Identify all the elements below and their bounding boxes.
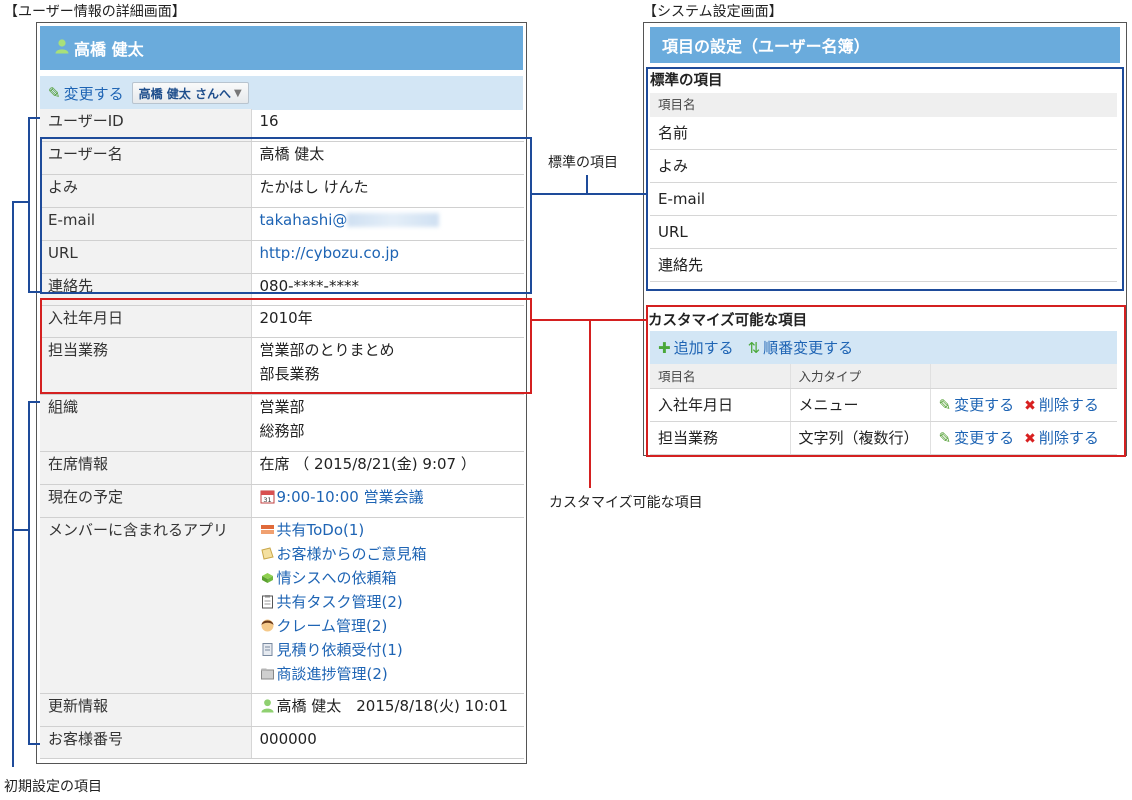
field-label: メンバーに含まれるアプリ [40, 517, 252, 694]
standard-items-highlight-right [646, 67, 1124, 291]
right-panel-caption: 【システム設定画面】 [643, 4, 783, 20]
standard-connector-line [532, 193, 646, 195]
initial-items-callout: 初期設定の項目 [4, 779, 102, 795]
table-row: メンバーに含まれるアプリ 共有ToDo(1) お客様からのご意見箱 情シスへの依… [40, 517, 525, 694]
chevron-down-icon: ▼ [233, 87, 242, 99]
send-to-user-dropdown[interactable]: 高橋 健太 さんへ ▼ [131, 82, 249, 104]
field-label: 在席情報 [40, 451, 252, 485]
left-panel-caption: 【ユーザー情報の詳細画面】 [4, 4, 186, 20]
field-value-line: 総務部 [259, 421, 305, 440]
app-link[interactable]: 見積り依頼受付(1) [277, 641, 403, 659]
list-item: 共有ToDo(1) [260, 518, 525, 542]
app-link[interactable]: 情シスへの依頼箱 [277, 569, 397, 587]
svg-text:31: 31 [263, 496, 271, 504]
custom-items-highlight-right [646, 305, 1126, 457]
list-item: 商談進捗管理(2) [260, 662, 525, 686]
field-value: 000000 [251, 726, 524, 759]
folder-icon [260, 664, 275, 679]
custom-connector-stub [589, 320, 591, 488]
user-name-title: 高橋 健太 [74, 40, 144, 59]
bracket-lower-top [28, 401, 40, 403]
todo-icon [260, 520, 275, 535]
document-icon [260, 640, 275, 656]
standard-items-callout: 標準の項目 [548, 155, 618, 171]
list-item: 共有タスク管理(2) [260, 590, 525, 614]
bracket-upper-bottom [28, 291, 40, 293]
bracket-lower-joint [12, 529, 29, 531]
schedule-link[interactable]: 9:00-10:00 営業会議 [277, 488, 424, 506]
list-item: 情シスへの依頼箱 [260, 566, 525, 590]
user-detail-toolbar: ✎ 変更する 高橋 健太 さんへ ▼ [40, 76, 523, 110]
bracket-lower-bottom [28, 743, 40, 745]
bracket-lower-vertical [28, 401, 30, 744]
list-item: 見積り依頼受付(1) [260, 638, 525, 662]
standard-items-highlight-left [40, 137, 532, 294]
table-row: お客様番号 000000 [40, 726, 524, 759]
bracket-upper-top [28, 117, 40, 119]
pencil-icon: ✎ [48, 84, 61, 102]
edit-user-link[interactable]: 変更する [64, 83, 124, 104]
custom-items-highlight-left [40, 298, 532, 394]
table-row: 在席情報 在席 （ 2015/8/21(金) 9:07 ） [40, 451, 524, 485]
app-link[interactable]: お客様からのご意見箱 [277, 545, 427, 563]
app-link[interactable]: 共有ToDo(1) [277, 521, 365, 539]
standard-connector-stub [586, 175, 588, 194]
app-link[interactable]: 共有タスク管理(2) [277, 593, 403, 611]
bracket-upper-joint [12, 201, 29, 203]
field-label: 更新情報 [40, 693, 252, 727]
field-label: 組織 [40, 394, 252, 452]
user-icon [260, 696, 275, 713]
user-detail-header: 高橋 健太 [40, 26, 523, 70]
field-label: 現在の予定 [40, 484, 252, 518]
field-value: 在席 （ 2015/8/21(金) 9:07 ） [251, 451, 524, 485]
calendar-icon: 31 [260, 487, 275, 504]
field-label: お客様番号 [40, 726, 252, 759]
app-link[interactable]: 商談進捗管理(2) [277, 665, 388, 683]
table-row: 現在の予定 31 9:00-10:00 営業会議 [40, 484, 524, 518]
bracket-upper-vertical [28, 117, 30, 292]
table-row: 組織 営業部総務部 [40, 394, 524, 452]
person-icon [260, 616, 275, 631]
custom-items-callout: カスタマイズ可能な項目 [549, 495, 703, 511]
user-icon [54, 38, 70, 58]
field-value-line: 営業部 [259, 397, 305, 416]
update-info-value: 高橋 健太 2015/8/18(火) 10:01 [276, 696, 508, 715]
app-link[interactable]: クレーム管理(2) [277, 617, 388, 635]
list-item: クレーム管理(2) [260, 614, 525, 638]
settings-header: 項目の設定（ユーザー名簿） [650, 27, 1120, 63]
list-item: お客様からのご意見箱 [260, 542, 525, 566]
cube-icon [260, 568, 275, 583]
table-row: 更新情報 高橋 健太 2015/8/18(火) 10:01 [40, 693, 524, 727]
clipboard-icon [260, 592, 275, 608]
memo-icon [260, 544, 275, 560]
initial-items-connector [12, 201, 14, 767]
dropdown-label: 高橋 健太 さんへ [138, 86, 231, 101]
